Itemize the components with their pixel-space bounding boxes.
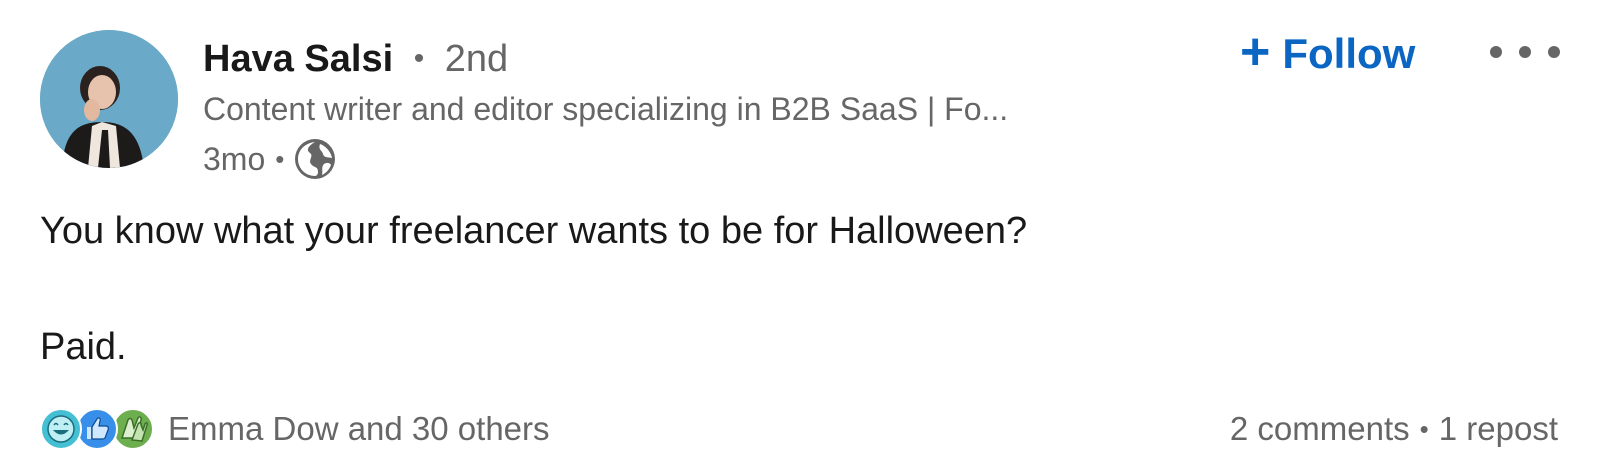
celebrate-reaction-icon [112,408,154,450]
more-dot [1548,46,1560,58]
reposts-count[interactable]: 1 repost [1439,410,1558,448]
avatar-photo [40,30,178,168]
connection-degree: 2nd [444,38,509,80]
post-time: 3mo [203,140,266,177]
social-counts: 2 comments • 1 repost [1230,406,1558,452]
follow-button[interactable]: + Follow [1240,26,1415,82]
more-options-icon[interactable] [1490,32,1560,72]
author-name-line: Hava Salsi • 2nd [203,38,508,81]
reactions-text[interactable]: Emma Dow and 30 others [168,410,550,448]
post-text-line-1: You know what your freelancer wants to b… [40,210,1028,252]
follow-label: Follow [1282,30,1416,77]
author-name[interactable]: Hava Salsi [203,38,393,80]
meta-separator: • [275,143,285,174]
like-reaction-icon [76,408,118,450]
more-dot [1519,46,1531,58]
reaction-icons [40,406,156,452]
reactions-summary[interactable]: Emma Dow and 30 others [40,406,550,452]
post-meta: 3mo • [203,137,336,181]
globe-icon [294,138,336,180]
comments-count[interactable]: 2 comments [1230,410,1410,448]
name-separator: • [413,42,425,75]
post-text-line-2: Paid. [40,326,127,368]
more-dot [1490,46,1502,58]
author-headline[interactable]: Content writer and editor specializing i… [203,91,1123,128]
plus-icon: + [1240,23,1271,81]
funny-reaction-icon [40,408,82,450]
counts-separator: • [1419,413,1429,444]
author-avatar[interactable] [40,30,178,168]
